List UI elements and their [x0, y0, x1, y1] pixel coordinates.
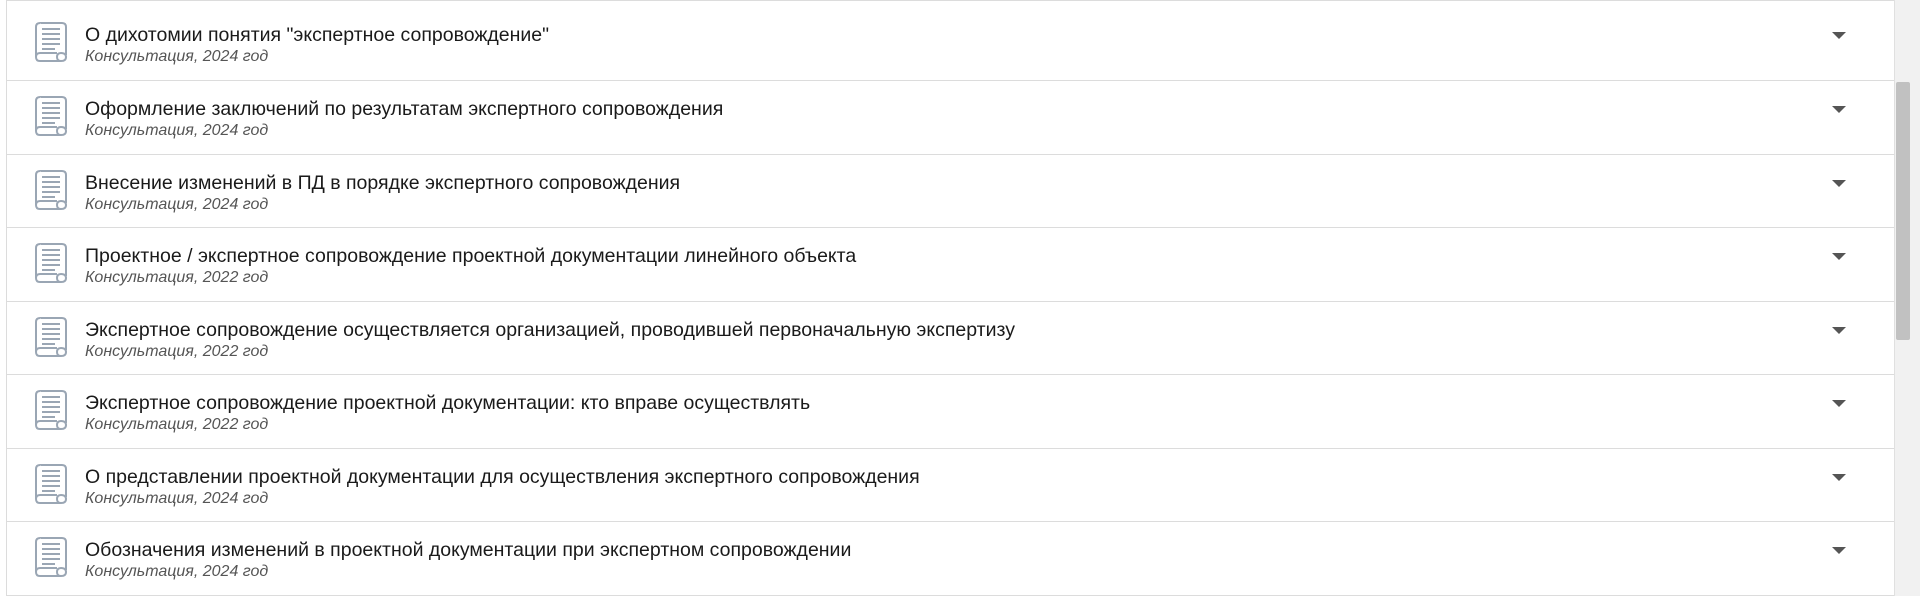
item-text: Экспертное сопровождение осуществляется …	[85, 318, 1794, 362]
scrollbar-thumb[interactable]	[1896, 82, 1910, 340]
document-scroll-icon	[35, 316, 68, 357]
item-title[interactable]: О представлении проектной документации д…	[85, 465, 1794, 489]
list-item[interactable]: О представлении проектной документации д…	[7, 449, 1894, 522]
item-text: Внесение изменений в ПД в порядке экспер…	[85, 171, 1794, 215]
list-item[interactable]: Внесение изменений в ПД в порядке экспер…	[7, 155, 1894, 228]
document-scroll-icon	[35, 243, 68, 283]
document-scroll-icon	[35, 390, 68, 430]
item-title[interactable]: Обозначения изменений в проектной докуме…	[85, 538, 1794, 562]
item-meta: Консультация, 2022 год	[85, 342, 269, 360]
document-scroll-icon	[35, 169, 68, 210]
item-meta: Консультация, 2024 год	[85, 122, 269, 139]
list-item[interactable]: Экспертное сопровождение проектной докум…	[7, 375, 1894, 449]
chevron-down-icon[interactable]	[1830, 322, 1848, 340]
item-meta: Консультация, 2022 год	[85, 416, 269, 433]
item-title[interactable]: Проектное / экспертное сопровождение про…	[85, 244, 1794, 268]
chevron-down-icon[interactable]	[1830, 101, 1848, 119]
chevron-down-icon[interactable]	[1830, 175, 1848, 193]
item-meta: Консультация, 2024 год	[85, 563, 269, 580]
list-item[interactable]: Экспертное сопровождение осуществляется …	[7, 302, 1894, 375]
item-text: Оформление заключений по результатам экс…	[85, 97, 1794, 141]
item-title[interactable]: Оформление заключений по результатам экс…	[85, 97, 1794, 121]
item-text: Обозначения изменений в проектной докуме…	[85, 538, 1794, 582]
results-viewport: О дихотомии понятия "экспертное сопровож…	[0, 0, 1920, 596]
item-text: О дихотомии понятия "экспертное сопровож…	[85, 23, 1794, 67]
item-title[interactable]: Экспертное сопровождение проектной докум…	[85, 391, 1794, 415]
item-meta: Консультация, 2024 год	[85, 489, 269, 507]
item-title[interactable]: Экспертное сопровождение осуществляется …	[85, 318, 1794, 342]
item-title[interactable]: Внесение изменений в ПД в порядке экспер…	[85, 171, 1794, 195]
item-meta: Консультация, 2022 год	[85, 269, 269, 286]
item-title[interactable]: О дихотомии понятия "экспертное сопровож…	[85, 23, 1794, 47]
list-item[interactable]: О дихотомии понятия "экспертное сопровож…	[7, 1, 1894, 81]
item-meta: Консультация, 2024 год	[85, 48, 269, 65]
chevron-down-icon[interactable]	[1830, 248, 1848, 266]
document-scroll-icon	[35, 96, 68, 136]
list-item[interactable]: Проектное / экспертное сопровождение про…	[7, 228, 1894, 302]
scrollbar-divider	[1894, 0, 1895, 596]
list-item[interactable]: Оформление заключений по результатам экс…	[7, 81, 1894, 155]
results-list: О дихотомии понятия "экспертное сопровож…	[6, 0, 1895, 596]
item-text: Экспертное сопровождение проектной докум…	[85, 391, 1794, 435]
item-text: Проектное / экспертное сопровождение про…	[85, 244, 1794, 288]
item-meta: Консультация, 2024 год	[85, 195, 269, 213]
item-text: О представлении проектной документации д…	[85, 465, 1794, 509]
document-scroll-icon	[35, 463, 68, 504]
document-scroll-icon	[35, 537, 68, 577]
chevron-down-icon[interactable]	[1830, 542, 1848, 560]
chevron-down-icon[interactable]	[1830, 469, 1848, 487]
document-scroll-icon	[35, 22, 68, 62]
chevron-down-icon[interactable]	[1830, 395, 1848, 413]
chevron-down-icon[interactable]	[1830, 27, 1848, 45]
list-item[interactable]: Обозначения изменений в проектной докуме…	[7, 522, 1894, 596]
